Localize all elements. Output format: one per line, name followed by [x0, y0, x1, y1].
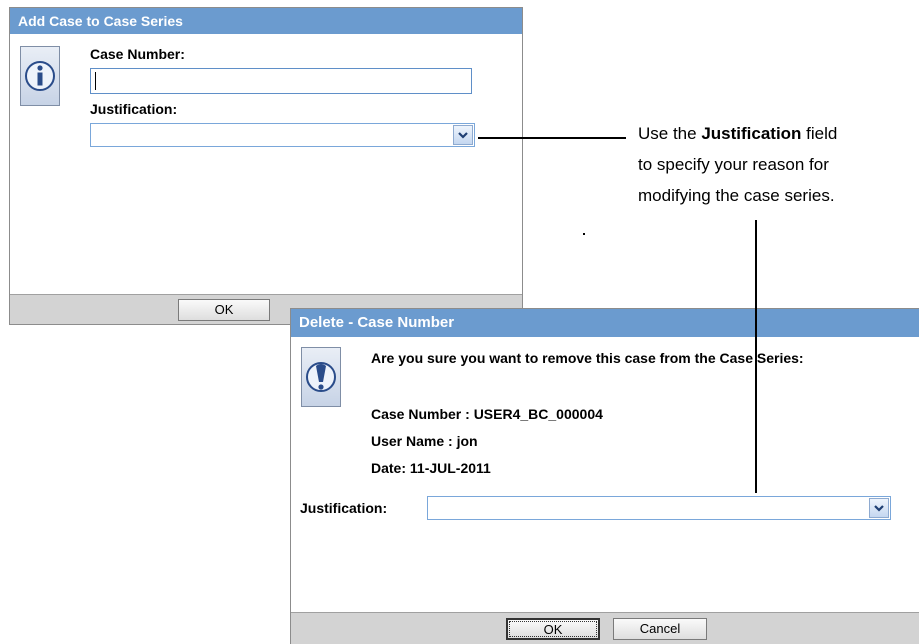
text-cursor — [95, 72, 96, 90]
exclamation-icon — [301, 347, 341, 407]
dropdown-button[interactable] — [869, 498, 889, 518]
annotation-emphasis: Justification — [701, 124, 802, 143]
annotation-suffix: field — [801, 124, 838, 143]
info-icon — [20, 46, 60, 106]
case-number-input[interactable] — [90, 68, 472, 94]
dropdown-button[interactable] — [453, 125, 473, 145]
justification-select[interactable] — [427, 496, 891, 520]
confirm-question: Are you sure you want to remove this cas… — [371, 350, 804, 366]
delete-case-dialog: Delete - Case Number Are you sure you wa… — [290, 308, 919, 644]
annotation-line-2: to specify your reason for — [638, 155, 829, 174]
case-number-label: Case Number: — [90, 46, 185, 62]
dialog-footer: OK Cancel — [291, 612, 919, 644]
justification-label: Justification: — [300, 500, 388, 516]
callout-line-horizontal — [478, 137, 626, 139]
annotation-line-1: Use the Justification field — [638, 124, 837, 144]
case-number-info: Case Number : USER4_BC_000004 — [371, 406, 603, 422]
chevron-down-icon — [458, 132, 468, 139]
ok-button[interactable]: OK — [506, 618, 600, 640]
justification-select[interactable] — [90, 123, 475, 147]
add-case-dialog: Add Case to Case Series Case Number: Jus… — [9, 7, 523, 325]
annotation-line-3: modifying the case series. — [638, 186, 835, 205]
annotation-prefix: Use the — [638, 124, 702, 143]
cancel-button[interactable]: Cancel — [613, 618, 707, 640]
dialog-title: Delete - Case Number — [291, 309, 919, 337]
ok-button[interactable]: OK — [178, 299, 270, 321]
dialog-title: Add Case to Case Series — [10, 8, 522, 34]
chevron-down-icon — [874, 505, 884, 512]
date-info: Date: 11-JUL-2011 — [371, 460, 491, 476]
user-name-info: User Name : jon — [371, 433, 478, 449]
justification-label: Justification: — [90, 101, 178, 117]
callout-line-vertical — [755, 220, 757, 493]
stray-dot — [583, 233, 585, 235]
